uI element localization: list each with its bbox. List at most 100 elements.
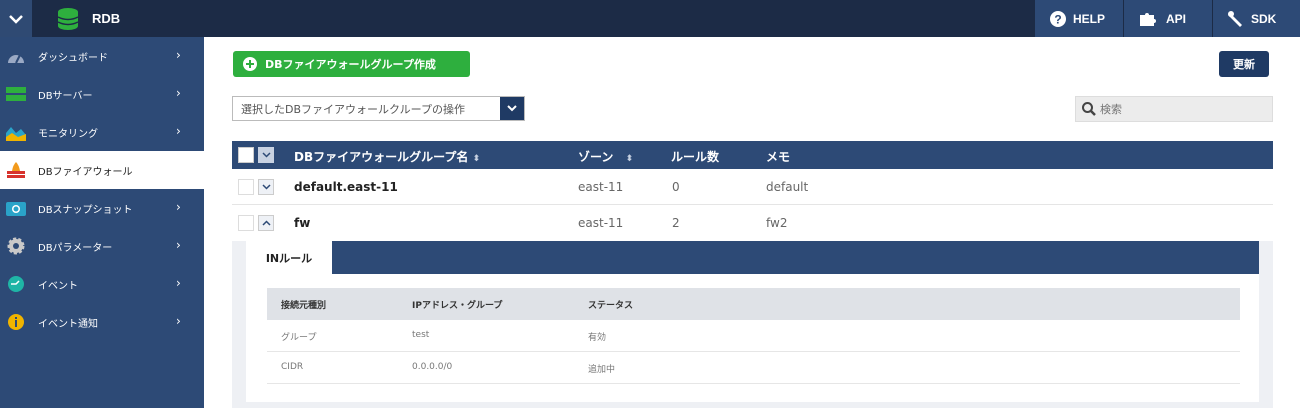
expand-all-toggle[interactable]	[258, 147, 274, 163]
column-header-memo: メモ	[766, 150, 791, 164]
dashboard-gauge-icon	[8, 54, 24, 64]
chevron-right-icon: ›	[176, 238, 181, 252]
chevron-down-icon	[261, 152, 271, 158]
sidebar-item-label: イベント	[38, 281, 78, 292]
puzzle-icon	[1140, 12, 1156, 26]
table-header: DBファイアウォールグループ名 ⬍ ゾーン ⬍ ルール数 メモ	[232, 141, 1273, 169]
chevron-right-icon: ›	[176, 124, 181, 138]
help-label: HELP	[1073, 11, 1106, 26]
db-server-icon	[6, 87, 26, 101]
table-row: default.east-11 east-11 0 default	[232, 169, 1273, 205]
column-header-status: ステータス	[588, 301, 634, 311]
info-icon	[8, 314, 24, 330]
row-memo: fw2	[766, 216, 788, 230]
plus-circle-icon	[243, 57, 257, 71]
table-row: fw east-11 2 fw2	[232, 205, 1273, 241]
svg-text:?: ?	[1054, 12, 1061, 26]
app-title: RDB	[92, 11, 121, 26]
row-name: fw	[294, 216, 311, 230]
refresh-button[interactable]: 更新	[1219, 51, 1269, 77]
chevron-right-icon: ›	[176, 276, 181, 290]
sidebar-item-monitoring[interactable]: モニタリング ›	[0, 113, 204, 151]
refresh-button-label: 更新	[1233, 58, 1255, 71]
top-bar: RDB ? HELP API SDK	[0, 0, 1300, 37]
rules-table-header: 接続元種別 IPアドレス・グループ ステータス	[267, 288, 1240, 320]
sidebar-item-label: DBパラメーター	[38, 243, 113, 254]
row-name: default.east-11	[294, 180, 398, 194]
event-clock-icon	[8, 276, 24, 292]
sdk-label: SDK	[1251, 11, 1277, 26]
sidebar-item-db-snapshot[interactable]: DBスナップショット ›	[0, 189, 204, 227]
sidebar-item-label: DBファイアウォール	[38, 167, 133, 178]
sidebar: ダッシュボード › DBサーバー › モニタリング › DBファイアウォール D…	[0, 37, 204, 408]
row-detail-panel: INルール 接続元種別 IPアドレス・グループ ステータス グループ test …	[232, 241, 1273, 408]
column-header-source-type: 接続元種別	[281, 301, 327, 311]
firewall-icon	[7, 162, 25, 178]
sidebar-item-event-notification[interactable]: イベント通知 ›	[0, 303, 204, 341]
rule-row: グループ test 有効	[267, 320, 1240, 352]
camera-icon	[6, 202, 26, 216]
help-icon: ?	[1050, 10, 1066, 27]
create-firewall-group-button[interactable]: DBファイアウォールグループ作成	[233, 51, 470, 77]
help-link[interactable]: ? HELP	[1034, 0, 1123, 37]
database-icon	[57, 7, 79, 30]
chevron-down-icon	[9, 14, 23, 24]
column-header-name[interactable]: DBファイアウォールグループ名 ⬍	[294, 148, 480, 165]
in-rules-panel: 接続元種別 IPアドレス・グループ ステータス グループ test 有効 CID…	[246, 274, 1259, 402]
sidebar-item-event[interactable]: イベント ›	[0, 265, 204, 303]
rule-ip-group: test	[412, 330, 430, 340]
sidebar-item-db-parameter[interactable]: DBパラメーター ›	[0, 227, 204, 265]
sidebar-item-label: ダッシュボード	[38, 53, 108, 64]
create-button-label: DBファイアウォールグループ作成	[265, 58, 436, 71]
sidebar-item-db-server[interactable]: DBサーバー ›	[0, 75, 204, 113]
sort-icon: ⬍	[625, 154, 634, 164]
row-rule-count: 0	[672, 180, 680, 194]
chevron-right-icon: ›	[176, 86, 181, 100]
monitoring-chart-icon	[6, 127, 26, 141]
column-header-ip-group: IPアドレス・グループ	[412, 301, 503, 311]
rule-ip-group: 0.0.0.0/0	[412, 362, 453, 372]
rule-source-type: CIDR	[281, 362, 304, 372]
bulk-operations-label: 選択したDBファイアウォールクループの操作	[241, 102, 466, 116]
sidebar-item-label: モニタリング	[38, 129, 98, 140]
rule-row: CIDR 0.0.0.0/0 追加中	[267, 352, 1240, 384]
row-checkbox[interactable]	[238, 179, 254, 195]
gear-icon	[7, 237, 25, 255]
row-rule-count: 2	[672, 216, 680, 230]
chevron-down-icon	[261, 184, 271, 190]
column-header-zone[interactable]: ゾーン ⬍	[578, 148, 633, 165]
sidebar-item-label: イベント通知	[38, 319, 98, 330]
row-collapse-toggle[interactable]	[258, 215, 274, 231]
api-link[interactable]: API	[1123, 0, 1212, 37]
rule-source-type: グループ	[281, 333, 317, 343]
sidebar-item-dashboard[interactable]: ダッシュボード ›	[0, 37, 204, 75]
sidebar-item-db-firewall[interactable]: DBファイアウォール	[0, 151, 204, 189]
chevron-right-icon: ›	[176, 48, 181, 62]
tab-in-rules[interactable]: INルール	[246, 241, 332, 274]
search-input[interactable]	[1100, 102, 1260, 116]
sidebar-item-label: DBサーバー	[38, 91, 93, 102]
row-zone: east-11	[578, 216, 624, 230]
row-memo: default	[766, 180, 809, 194]
row-checkbox[interactable]	[238, 215, 254, 231]
chevron-right-icon: ›	[176, 314, 181, 328]
search-icon	[1082, 102, 1096, 116]
detail-tab-bar: INルール	[246, 241, 1259, 274]
select-all-checkbox[interactable]	[238, 147, 254, 163]
sidebar-item-label: DBスナップショット	[38, 205, 133, 216]
row-zone: east-11	[578, 180, 624, 194]
chevron-up-icon	[261, 220, 271, 226]
menu-toggle-button[interactable]	[0, 0, 32, 37]
row-expand-toggle[interactable]	[258, 179, 274, 195]
wrench-icon	[1228, 10, 1242, 27]
bulk-operations-dropdown[interactable]: 選択したDBファイアウォールクループの操作	[232, 96, 525, 121]
search-box	[1075, 96, 1273, 122]
sort-icon: ⬍	[472, 154, 481, 164]
column-header-rule-count: ルール数	[671, 150, 720, 164]
rule-status: 追加中	[588, 365, 616, 375]
rule-status: 有効	[588, 333, 607, 343]
chevron-down-icon	[500, 97, 524, 120]
sdk-link[interactable]: SDK	[1212, 0, 1300, 37]
chevron-right-icon: ›	[176, 200, 181, 214]
app-header: RDB	[56, 0, 120, 37]
